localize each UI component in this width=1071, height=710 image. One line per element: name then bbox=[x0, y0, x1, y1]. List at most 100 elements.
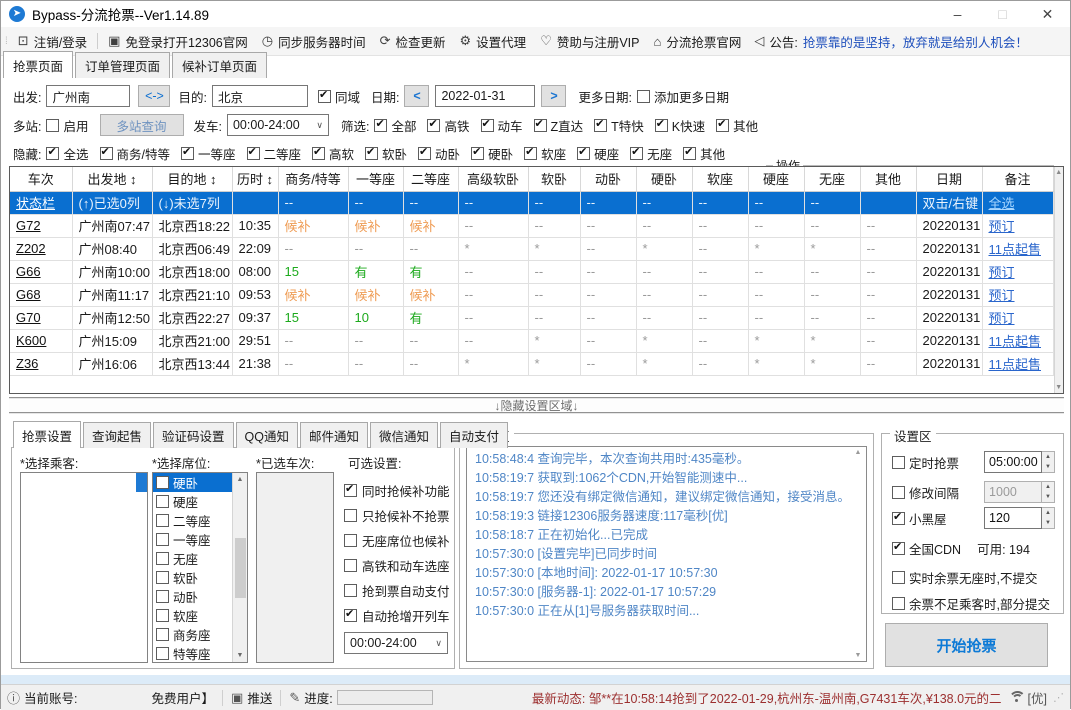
column-header[interactable]: 软卧 bbox=[528, 167, 580, 191]
train-link[interactable]: G68 bbox=[16, 287, 41, 302]
filter-checkbox[interactable]: 动车 bbox=[481, 116, 523, 135]
toolbar-item-5[interactable]: ⚙设置代理 bbox=[460, 32, 527, 51]
setting-stepper[interactable]: 120▲▼ bbox=[984, 507, 1055, 529]
maximize-button[interactable]: □ bbox=[980, 1, 1025, 27]
train-row[interactable]: Z36广州16:06北京西13:4421:38------**--*--**--… bbox=[10, 352, 1053, 375]
main-tab-3[interactable]: 候补订单页面 bbox=[172, 52, 267, 78]
column-header[interactable]: 高级软卧 bbox=[458, 167, 528, 191]
optional-checkbox[interactable]: 无座席位也候补 bbox=[344, 528, 450, 553]
hide-checkbox[interactable]: 二等座 bbox=[247, 144, 302, 163]
grab-time-range-select[interactable]: 00:00-24:00∨ bbox=[344, 632, 448, 654]
setting-stepper[interactable]: 1000▲▼ bbox=[984, 481, 1055, 503]
close-button[interactable]: ✕ bbox=[1025, 1, 1070, 27]
select-all-link[interactable]: 全选 bbox=[989, 196, 1015, 211]
hide-checkbox[interactable]: 动卧 bbox=[418, 144, 460, 163]
optional-checkbox[interactable]: 自动抢增开列车 bbox=[344, 603, 450, 628]
train-link[interactable]: K600 bbox=[16, 333, 46, 348]
book-link[interactable]: 11点起售 bbox=[989, 334, 1042, 349]
select-all-toggle[interactable]: 状态栏 bbox=[16, 196, 55, 211]
seat-option[interactable]: 商务座 bbox=[153, 625, 232, 644]
output-log[interactable]: 10:58:48:4 查询完毕，本次查询共用时:435毫秒。10:58:19:7… bbox=[466, 446, 867, 662]
next-date-button[interactable]: > bbox=[541, 85, 566, 107]
scroll-up-icon[interactable]: ▲ bbox=[1055, 169, 1062, 176]
filter-checkbox[interactable]: Z直达 bbox=[534, 116, 584, 135]
train-link[interactable]: Z202 bbox=[16, 241, 46, 256]
train-link[interactable]: G70 bbox=[16, 310, 41, 325]
hide-checkbox[interactable]: 一等座 bbox=[181, 144, 236, 163]
column-header[interactable]: 一等座 bbox=[348, 167, 403, 191]
column-header[interactable]: 车次 bbox=[10, 167, 72, 191]
selected-trains-listbox[interactable] bbox=[256, 472, 334, 663]
depart-input[interactable]: 广州南 bbox=[46, 85, 130, 107]
dest-input[interactable]: 北京 bbox=[212, 85, 308, 107]
column-header[interactable]: 动卧 bbox=[580, 167, 636, 191]
seat-option[interactable]: 硬卧 bbox=[153, 473, 232, 492]
book-link[interactable]: 预订 bbox=[989, 265, 1015, 280]
setting-checkbox[interactable]: 修改间隔 bbox=[892, 483, 959, 502]
optional-checkbox[interactable]: 抢到票自动支付 bbox=[344, 578, 450, 603]
column-header[interactable]: 目的地 ↕ bbox=[152, 167, 232, 191]
settings-tab-3[interactable]: 验证码设置 bbox=[153, 422, 234, 448]
book-link[interactable]: 预订 bbox=[989, 219, 1015, 234]
column-header[interactable]: 日期 bbox=[916, 167, 982, 191]
hide-checkbox[interactable]: 硬卧 bbox=[471, 144, 513, 163]
train-link[interactable]: Z36 bbox=[16, 356, 38, 371]
seat-option[interactable]: 软卧 bbox=[153, 568, 232, 587]
setting-stepper[interactable]: 05:00:00▲▼ bbox=[984, 451, 1055, 473]
passenger-scroll-thumb[interactable] bbox=[136, 473, 147, 492]
book-link[interactable]: 预订 bbox=[989, 311, 1015, 326]
train-link[interactable]: G72 bbox=[16, 218, 41, 233]
book-link[interactable]: 11点起售 bbox=[989, 357, 1042, 372]
hide-checkbox[interactable]: 软座 bbox=[524, 144, 566, 163]
toolbar-item-3[interactable]: ◷同步服务器时间 bbox=[262, 32, 366, 51]
hide-checkbox[interactable]: 全选 bbox=[46, 144, 88, 163]
seat-option[interactable]: 动卧 bbox=[153, 587, 232, 606]
spin-up-icon[interactable]: ▲ bbox=[1042, 508, 1054, 518]
hide-checkbox[interactable]: 商务/特等 bbox=[100, 144, 170, 163]
setting-checkbox[interactable]: 定时抢票 bbox=[892, 453, 959, 472]
hide-checkbox[interactable]: 硬座 bbox=[577, 144, 619, 163]
seat-option[interactable]: 软座 bbox=[153, 606, 232, 625]
status-row[interactable]: 状态栏(↑)已选0列(↓)未选7列--------------------双击/… bbox=[10, 191, 1053, 214]
train-row[interactable]: Z202广州08:40北京西06:4922:09------**--*--**-… bbox=[10, 237, 1053, 260]
add-more-dates-checkbox[interactable]: 添加更多日期 bbox=[637, 87, 729, 106]
column-header[interactable]: 二等座 bbox=[403, 167, 458, 191]
column-header[interactable]: 硬座 bbox=[748, 167, 804, 191]
resize-grip-icon[interactable]: ⋰ bbox=[1053, 691, 1064, 704]
column-header[interactable]: 软座 bbox=[692, 167, 748, 191]
book-link[interactable]: 预订 bbox=[989, 288, 1015, 303]
setting-checkbox[interactable]: 余票不足乘客时,部分提交 bbox=[892, 594, 1050, 613]
spin-down-icon[interactable]: ▼ bbox=[1042, 518, 1054, 528]
column-header[interactable]: 无座 bbox=[804, 167, 860, 191]
toolbar-item-7[interactable]: ⌂分流抢票官网 bbox=[654, 32, 742, 51]
setting-checkbox[interactable]: 实时余票无座时,不提交 bbox=[892, 568, 1037, 587]
column-header[interactable]: 硬卧 bbox=[636, 167, 692, 191]
swap-stations-button[interactable]: <-> bbox=[138, 85, 170, 107]
spin-up-icon[interactable]: ▲ bbox=[1042, 452, 1054, 462]
scroll-down-icon[interactable]: ▼ bbox=[1055, 384, 1062, 391]
column-header[interactable]: 出发地 ↕ bbox=[72, 167, 152, 191]
scroll-down-icon[interactable]: ▼ bbox=[237, 652, 244, 659]
log-scrollbar[interactable]: ▲▼ bbox=[852, 449, 864, 659]
seat-option[interactable]: 特等座 bbox=[153, 644, 232, 662]
hide-checkbox[interactable]: 软卧 bbox=[365, 144, 407, 163]
train-row[interactable]: G68广州南11:17北京西21:1009:53候补候补候补----------… bbox=[10, 283, 1053, 306]
train-row[interactable]: G66广州南10:00北京西18:0008:0015有有------------… bbox=[10, 260, 1053, 283]
seat-scrollbar[interactable]: ▲▼ bbox=[232, 473, 247, 662]
enable-multi-checkbox[interactable]: 启用 bbox=[46, 116, 88, 135]
toolbar-item-1[interactable]: ⊡注销/登录 bbox=[18, 32, 87, 51]
setting-checkbox[interactable]: 小黑屋 bbox=[892, 509, 947, 528]
settings-tab-2[interactable]: 查询起售 bbox=[83, 422, 151, 448]
train-row[interactable]: K600广州15:09北京西21:0029:51--------*--*--**… bbox=[10, 329, 1053, 352]
passenger-listbox[interactable] bbox=[20, 472, 148, 663]
filter-checkbox[interactable]: 其他 bbox=[716, 116, 758, 135]
hide-checkbox[interactable]: 高软 bbox=[312, 144, 354, 163]
settings-tab-5[interactable]: 邮件通知 bbox=[300, 422, 368, 448]
table-scrollbar[interactable]: ▲▼ bbox=[1054, 167, 1064, 393]
settings-tab-1[interactable]: 抢票设置 bbox=[13, 421, 81, 448]
settings-tab-4[interactable]: QQ通知 bbox=[236, 422, 298, 448]
column-header[interactable]: 历时 ↕ bbox=[232, 167, 278, 191]
seat-option[interactable]: 二等座 bbox=[153, 511, 232, 530]
date-input[interactable]: 2022-01-31 bbox=[435, 85, 535, 107]
scroll-up-icon[interactable]: ▲ bbox=[855, 449, 862, 456]
